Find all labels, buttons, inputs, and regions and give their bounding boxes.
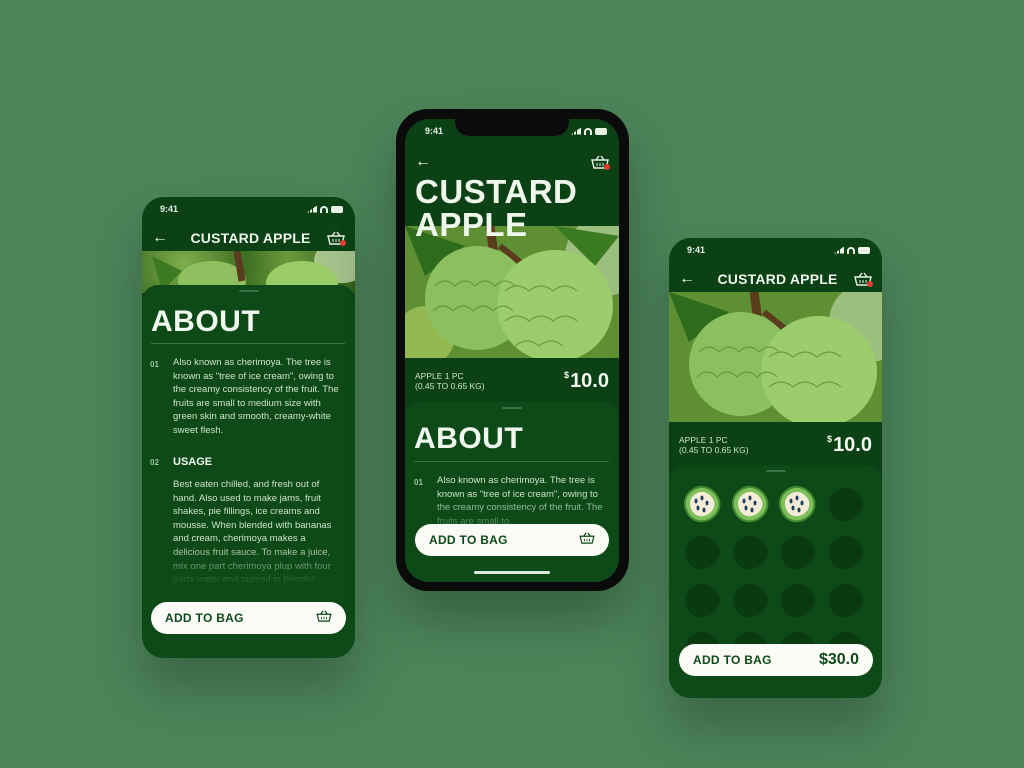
signal-icon <box>307 205 317 213</box>
page-title: CUSTARD APPLE <box>190 230 311 246</box>
item-number: 01 <box>150 360 159 369</box>
back-arrow-icon[interactable]: ← <box>152 229 174 247</box>
add-to-bag-label: ADD TO BAG <box>693 653 772 667</box>
custard-apple-slice-icon[interactable] <box>778 485 816 523</box>
cart-badge <box>604 164 610 170</box>
weight-label: (0.45 TO 0.65 KG) <box>679 445 749 455</box>
back-arrow-icon[interactable]: ← <box>679 270 701 288</box>
back-arrow-icon[interactable]: ← <box>415 153 437 171</box>
wifi-icon <box>320 205 328 213</box>
basket-icon[interactable] <box>591 155 610 170</box>
basket-icon[interactable] <box>327 231 346 246</box>
unit-label: APPLE 1 PC <box>415 371 464 381</box>
status-bar: 9:41 <box>669 238 882 262</box>
item-number: 01 <box>414 478 423 487</box>
price-row: APPLE 1 PC (0.45 TO 0.65 KG) $10.0 <box>669 422 882 468</box>
currency-symbol: $ <box>564 369 570 380</box>
header: ← CUSTARD APPLE <box>142 225 355 251</box>
cart-badge <box>867 281 873 287</box>
fruit-photo <box>669 292 882 424</box>
about-sheet[interactable]: ABOUT 01 Also known as cherimoya. The tr… <box>142 285 355 658</box>
currency-symbol: $ <box>827 433 833 444</box>
text-fade <box>142 543 355 593</box>
about-heading: ABOUT <box>151 305 261 338</box>
status-time: 9:41 <box>160 204 179 214</box>
price: $10.0 <box>827 434 872 457</box>
sheet-handle[interactable] <box>502 407 522 409</box>
total-price: $30.0 <box>818 651 859 668</box>
price-value: 10.0 <box>833 433 872 456</box>
sheet-handle[interactable] <box>238 290 259 292</box>
product-title: CUSTARD APPLE <box>415 175 577 241</box>
price-row: APPLE 1 PC (0.45 TO 0.65 KG) $10.0 <box>405 358 619 404</box>
divider <box>414 461 609 462</box>
about-paragraph: Also known as cherimoya. The tree is kno… <box>173 357 339 436</box>
header: ← <box>405 149 619 175</box>
divider <box>151 343 345 344</box>
page-title: CUSTARD APPLE <box>717 271 838 287</box>
quantity-selector[interactable] <box>683 485 873 667</box>
usage-heading: USAGE <box>173 456 213 468</box>
leaf-placeholder-icon[interactable] <box>826 485 864 523</box>
price: $10.0 <box>564 370 609 393</box>
fruit-photo <box>405 226 619 358</box>
battery-icon <box>331 205 343 213</box>
custard-apple-slice-icon[interactable] <box>731 485 769 523</box>
status-time: 9:41 <box>425 126 444 136</box>
battery-icon <box>858 246 870 254</box>
add-to-bag-button[interactable]: ADD TO BAG <box>415 524 609 556</box>
add-to-bag-button[interactable]: ADD TO BAG <box>151 602 346 634</box>
notch <box>455 110 569 136</box>
basket-icon[interactable] <box>854 272 873 287</box>
leaf-placeholder-icon[interactable] <box>778 581 816 619</box>
weight-label: (0.45 TO 0.65 KG) <box>415 381 485 391</box>
price-description: APPLE 1 PC (0.45 TO 0.65 KG) <box>415 371 485 391</box>
battery-icon <box>595 127 607 135</box>
header: ← CUSTARD APPLE <box>669 266 882 292</box>
cart-badge <box>340 240 346 246</box>
item-number: 02 <box>150 458 159 467</box>
wifi-icon <box>847 246 855 254</box>
add-to-bag-label: ADD TO BAG <box>429 533 508 547</box>
leaf-placeholder-icon[interactable] <box>778 533 816 571</box>
sheet-handle[interactable] <box>765 470 786 472</box>
product-title-line1: CUSTARD <box>415 173 578 210</box>
right-phone: 9:41 ← CUSTARD APPLE APPLE 1 PC (0.45 TO… <box>669 238 882 698</box>
unit-label: APPLE 1 PC <box>679 435 728 445</box>
leaf-placeholder-icon[interactable] <box>826 533 864 571</box>
leaf-placeholder-icon[interactable] <box>683 581 721 619</box>
price-value: 10.0 <box>570 369 609 392</box>
leaf-placeholder-icon[interactable] <box>731 533 769 571</box>
home-indicator <box>474 571 550 574</box>
wifi-icon <box>584 127 592 135</box>
add-to-bag-label: ADD TO BAG <box>165 611 244 625</box>
about-sheet[interactable]: ABOUT 01 Also known as cherimoya. The tr… <box>405 402 619 582</box>
status-bar: 9:41 <box>142 197 355 221</box>
about-heading: ABOUT <box>414 422 524 455</box>
left-phone: 9:41 ← CUSTARD APPLE ABOUT 01 Also known… <box>142 197 355 658</box>
price-description: APPLE 1 PC (0.45 TO 0.65 KG) <box>679 435 749 455</box>
leaf-placeholder-icon[interactable] <box>683 533 721 571</box>
middle-phone: 9:41 ← CUSTARD APPLE APPLE 1 PC (0.45 TO… <box>405 119 619 582</box>
signal-icon <box>834 246 844 254</box>
signal-icon <box>571 127 581 135</box>
leaf-placeholder-icon[interactable] <box>731 581 769 619</box>
custard-apple-slice-icon[interactable] <box>683 485 721 523</box>
quantity-sheet[interactable]: ADD TO BAG $30.0 <box>669 465 882 698</box>
product-title-line2: APPLE <box>415 206 528 243</box>
leaf-placeholder-icon[interactable] <box>826 581 864 619</box>
basket-icon <box>579 531 595 549</box>
basket-icon <box>316 609 332 627</box>
status-time: 9:41 <box>687 245 706 255</box>
add-to-bag-button[interactable]: ADD TO BAG $30.0 <box>679 644 873 676</box>
